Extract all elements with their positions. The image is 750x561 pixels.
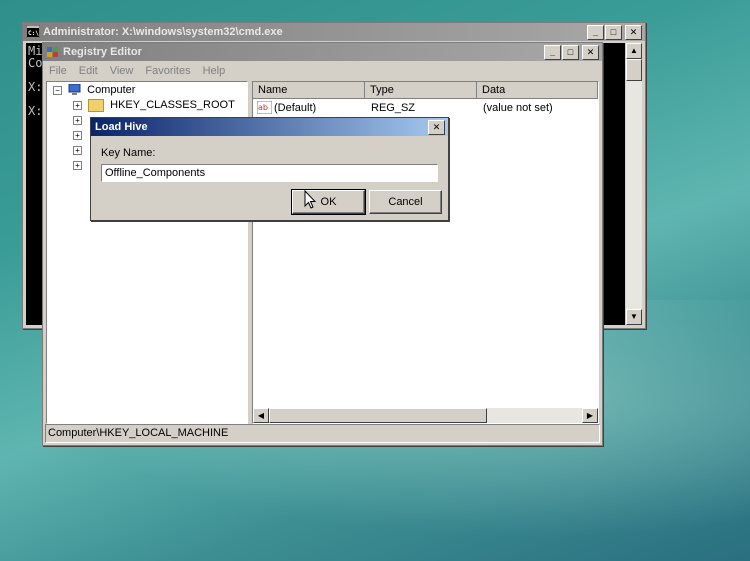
- key-name-label: Key Name:: [101, 147, 156, 159]
- computer-icon: [68, 83, 81, 96]
- dialog-title-bar[interactable]: Load Hive ✕: [91, 118, 448, 136]
- tree-item-computer[interactable]: − Computer: [53, 83, 135, 98]
- scroll-thumb[interactable]: [626, 59, 642, 81]
- string-value-icon: ab: [257, 101, 272, 114]
- value-name: (Default): [274, 102, 317, 114]
- expand-icon[interactable]: +: [73, 100, 82, 110]
- svg-text:C:\: C:\: [28, 30, 39, 37]
- cmd-maximize-button[interactable]: □: [605, 25, 622, 40]
- load-hive-dialog[interactable]: Load Hive ✕ Key Name: OK Cancel: [90, 117, 449, 221]
- menu-edit[interactable]: Edit: [79, 62, 98, 80]
- regedit-title-bar[interactable]: Registry Editor _ □ ✕: [43, 43, 602, 61]
- dialog-title: Load Hive: [95, 121, 148, 133]
- collapse-icon[interactable]: −: [53, 85, 62, 95]
- tree-item-hkcr[interactable]: + HKEY_CLASSES_ROOT: [73, 98, 235, 113]
- status-bar: Computer\HKEY_LOCAL_MACHINE: [45, 424, 600, 443]
- expand-icon[interactable]: +: [73, 160, 82, 170]
- cmd-minimize-button[interactable]: _: [587, 25, 604, 40]
- cmd-vertical-scrollbar[interactable]: ▲ ▼: [626, 43, 642, 325]
- tree-root-label: Computer: [87, 84, 136, 96]
- regedit-minimize-button[interactable]: _: [544, 45, 561, 60]
- column-header-name[interactable]: Name: [253, 82, 365, 99]
- tree-item-collapsed[interactable]: +: [73, 158, 82, 173]
- expand-icon[interactable]: +: [73, 145, 82, 155]
- dialog-close-button[interactable]: ✕: [428, 120, 445, 135]
- expand-icon[interactable]: +: [73, 115, 82, 125]
- value-type: REG_SZ: [371, 102, 416, 114]
- cmd-close-button[interactable]: ✕: [625, 25, 642, 40]
- regedit-window[interactable]: Registry Editor _ □ ✕ File Edit View Fav…: [42, 42, 603, 446]
- cmd-title-bar[interactable]: C:\ Administrator: X:\windows\system32\c…: [23, 23, 645, 41]
- regedit-close-button[interactable]: ✕: [582, 45, 599, 60]
- mouse-cursor-icon: [304, 190, 316, 209]
- tree-item-collapsed[interactable]: +: [73, 143, 82, 158]
- expand-icon[interactable]: +: [73, 130, 82, 140]
- values-horizontal-scrollbar[interactable]: ◀ ▶: [253, 408, 598, 423]
- value-data: (value not set): [483, 102, 553, 114]
- menu-favorites[interactable]: Favorites: [145, 62, 190, 80]
- cmd-icon: C:\: [26, 25, 40, 38]
- regedit-menu-bar: File Edit View Favorites Help: [43, 62, 602, 80]
- scroll-thumb[interactable]: [269, 408, 487, 423]
- tree-item-collapsed[interactable]: +: [73, 113, 82, 128]
- column-header-data[interactable]: Data: [477, 82, 598, 99]
- regedit-title: Registry Editor: [63, 46, 142, 58]
- cancel-button[interactable]: Cancel: [369, 190, 442, 214]
- folder-icon: [88, 98, 105, 112]
- menu-view[interactable]: View: [110, 62, 134, 80]
- scroll-down-arrow-icon[interactable]: ▼: [626, 309, 642, 325]
- ok-button[interactable]: OK: [291, 189, 366, 215]
- regedit-maximize-button[interactable]: □: [562, 45, 579, 60]
- tree-item-collapsed[interactable]: +: [73, 128, 82, 143]
- regedit-icon: [47, 47, 58, 57]
- scroll-left-arrow-icon[interactable]: ◀: [253, 408, 269, 423]
- cmd-title: Administrator: X:\windows\system32\cmd.e…: [43, 26, 283, 38]
- value-row[interactable]: ab (Default) REG_SZ (value not set): [255, 100, 595, 116]
- tree-item-label: HKEY_CLASSES_ROOT: [110, 99, 235, 111]
- scroll-up-arrow-icon[interactable]: ▲: [626, 43, 642, 59]
- menu-file[interactable]: File: [49, 62, 67, 80]
- menu-help[interactable]: Help: [203, 62, 226, 80]
- key-name-input[interactable]: [101, 164, 438, 182]
- svg-text:ab: ab: [258, 103, 268, 112]
- scroll-right-arrow-icon[interactable]: ▶: [582, 408, 598, 423]
- column-header-type[interactable]: Type: [365, 82, 477, 99]
